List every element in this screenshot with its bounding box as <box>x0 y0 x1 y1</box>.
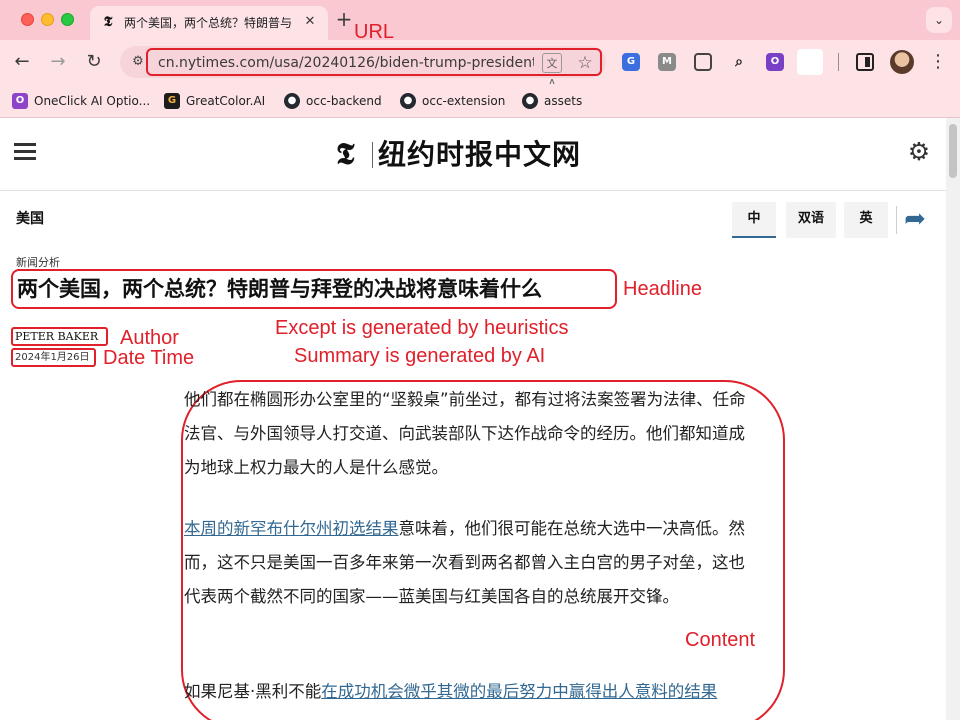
bookmark-greatcolor[interactable]: G GreatColor.AI <box>164 91 274 111</box>
tab-bar: 𝕿 两个美国，两个总统？特朗普与 ✕ + URL ⌄ <box>0 0 960 43</box>
greatcolor-icon: G <box>164 93 180 109</box>
more-menu-icon[interactable]: ⋮ <box>928 50 948 74</box>
github-icon: ● <box>400 93 416 109</box>
header-divider <box>0 190 946 191</box>
nyt-logo-icon: 𝕿 <box>336 137 355 172</box>
primary-results-link[interactable]: 本周的新罕布什尔州初选结果 <box>184 519 399 538</box>
lang-chinese-button[interactable]: 中 <box>732 202 776 238</box>
site-logo[interactable]: 𝕿 纽约时报中文网 <box>336 136 616 174</box>
author-highlight-box: PETER BAKER <box>11 327 108 346</box>
url-text[interactable]: cn.nytimes.com/usa/20240126/biden-trump-… <box>158 54 534 72</box>
bookmark-label: occ-backend <box>306 94 382 108</box>
article-paragraph-2: 本周的新罕布什尔州初选结果意味着，他们很可能在总统大选中一决高低。然而，这不只是… <box>184 512 760 614</box>
article-paragraph-1: 他们都在椭圆形办公室里的“坚毅桌”前坐过，都有过将法案签署为法律、任命法官、与外… <box>184 390 746 477</box>
settings-gear-icon[interactable]: ⚙ <box>906 139 932 165</box>
annotation-date: Date Time <box>103 347 195 369</box>
headline-highlight-box: 两个美国，两个总统？特朗普与拜登的决战将意味着什么 <box>11 269 617 309</box>
screenshot-extension-icon[interactable] <box>694 53 712 71</box>
bookmark-label: GreatColor.AI <box>186 94 266 108</box>
bookmarks-bar: O OneClick AI Optio... G GreatColor.AI ●… <box>0 84 960 118</box>
article-paragraph-3: 如果尼基·黑利不能在成功机会微乎其微的最后努力中赢得出人意料的结果 <box>184 675 760 720</box>
back-button[interactable]: ← <box>10 50 34 74</box>
close-window-button[interactable] <box>21 13 34 26</box>
bookmark-label: assets <box>544 94 583 108</box>
bookmark-assets[interactable]: ● assets <box>522 91 592 111</box>
minimize-window-button[interactable] <box>41 13 54 26</box>
section-label[interactable]: 美国 <box>16 209 44 229</box>
site-name: 纽约时报中文网 <box>378 138 582 171</box>
hamburger-menu-icon[interactable] <box>14 143 36 161</box>
bookmark-label: OneClick AI Optio... <box>34 94 151 108</box>
article-author[interactable]: PETER BAKER <box>15 329 98 344</box>
lang-divider <box>896 206 897 234</box>
active-tab[interactable]: 𝕿 两个美国，两个总统？特朗普与 ✕ <box>90 6 328 40</box>
lang-bilingual-button[interactable]: 双语 <box>786 202 836 238</box>
oneclick-icon: O <box>12 93 28 109</box>
zoom-extension-icon[interactable]: ⌕ <box>730 53 748 71</box>
lang-english-button[interactable]: 英 <box>844 202 888 238</box>
bookmark-occ-backend[interactable]: ● occ-backend <box>284 91 394 111</box>
bookmark-occ-extension[interactable]: ● occ-extension <box>400 91 516 111</box>
haley-effort-link[interactable]: 在成功机会微乎其微的最后努力中赢得出人意料的结果 <box>321 682 717 701</box>
maximize-window-button[interactable] <box>61 13 74 26</box>
annotation-headline: Headline <box>623 278 702 300</box>
date-highlight-box: 2024年1月26日 <box>11 348 96 367</box>
github-icon: ● <box>522 93 538 109</box>
profile-avatar[interactable] <box>890 50 914 74</box>
site-info-icon[interactable]: ⚙ <box>128 52 148 72</box>
github-icon: ● <box>284 93 300 109</box>
article-kicker: 新闻分析 <box>16 256 60 269</box>
annotation-summary: Summary is generated by AI <box>294 345 546 367</box>
oneclick-extension-icon[interactable]: O <box>766 53 784 71</box>
close-icon[interactable]: ✕ <box>302 14 318 30</box>
tab-title: 两个美国，两个总统？特朗普与 <box>124 16 293 30</box>
article-date: 2024年1月26日 <box>15 352 90 363</box>
logo-divider <box>372 142 373 168</box>
new-tab-button[interactable]: + <box>334 8 354 30</box>
nyt-favicon-icon: 𝕿 <box>103 14 113 30</box>
browser-toolbar: ← → ↻ ⚙ cn.nytimes.com/usa/20240126/bide… <box>0 40 960 90</box>
mail-extension-icon[interactable]: M <box>658 53 676 71</box>
share-arrow-icon[interactable]: ➦ <box>901 204 929 234</box>
side-panel-icon[interactable] <box>856 53 874 71</box>
annotation-excerpt: Except is generated by heuristics <box>275 317 569 339</box>
toolbar-divider <box>838 53 839 71</box>
blank-extension-icon[interactable] <box>797 49 823 75</box>
reload-button[interactable]: ↻ <box>82 50 106 74</box>
url-highlight-box: cn.nytimes.com/usa/20240126/biden-trump-… <box>146 48 602 90</box>
bookmark-oneclick[interactable]: O OneClick AI Optio... <box>12 91 152 111</box>
translate-extension-icon[interactable]: G <box>622 53 640 71</box>
address-bar[interactable]: ⚙ cn.nytimes.com/usa/20240126/biden-trum… <box>120 46 606 90</box>
translate-icon[interactable]: 文A <box>542 53 562 90</box>
scrollbar-thumb[interactable] <box>949 124 957 178</box>
paragraph-3-text: 如果尼基·黑利不能 <box>184 682 322 701</box>
bookmark-label: occ-extension <box>422 94 506 108</box>
forward-button[interactable]: → <box>46 50 70 74</box>
bookmark-star-icon[interactable]: ☆ <box>574 52 596 74</box>
article-headline: 两个美国，两个总统？特朗普与拜登的决战将意味着什么 <box>17 277 542 301</box>
tab-search-button[interactable]: ⌄ <box>926 7 952 33</box>
page-scrollbar[interactable] <box>946 118 960 720</box>
